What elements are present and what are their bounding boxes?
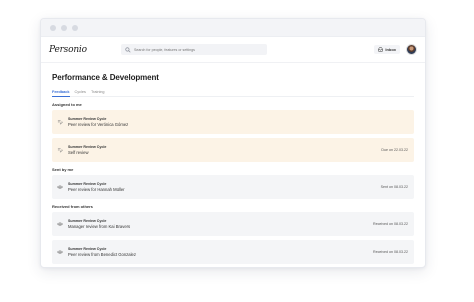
review-cycle-name: Summer Review Cycle	[68, 181, 107, 186]
window-titlebar	[41, 19, 425, 37]
inbox-button[interactable]: Inbox	[374, 45, 400, 54]
review-cycle-name: Summer Review Cycle	[68, 116, 107, 121]
eye-icon	[57, 185, 63, 189]
eye-icon	[57, 222, 63, 226]
review-due-date: Due on 22.03.22	[381, 148, 408, 152]
review-card[interactable]: Summer Review Cycle Manager review from …	[52, 212, 414, 236]
review-card[interactable]: Summer Review Cycle Peer review from Ben…	[52, 240, 414, 264]
review-card[interactable]: Summer Review Cycle Self review Due on 2…	[52, 138, 414, 162]
section-title-sent: Sent by me	[52, 167, 74, 172]
user-avatar[interactable]	[406, 44, 417, 55]
review-description: Self review	[68, 150, 89, 156]
main-content: Performance & Development Feedback Cycle…	[41, 63, 425, 264]
review-description: Peer review for Verónica Gómez	[68, 122, 129, 128]
top-navigation-bar: Personio Inbox	[41, 37, 425, 63]
search-input[interactable]	[134, 47, 264, 52]
search-bar[interactable]	[121, 44, 267, 55]
section-title-assigned: Assigned to me	[52, 102, 82, 107]
tab-training[interactable]: Training	[91, 90, 105, 94]
tab-cycles[interactable]: Cycles	[75, 90, 86, 94]
edit-icon	[57, 120, 63, 125]
inbox-label: Inbox	[385, 47, 396, 52]
review-description: Manager review from Kai Bravers	[68, 224, 131, 230]
company-logo[interactable]: Personio	[49, 45, 113, 55]
section-title-received: Received from others	[52, 204, 93, 209]
tab-bar: Feedback Cycles Training	[52, 90, 414, 97]
eye-icon	[57, 250, 63, 254]
review-cycle-name: Summer Review Cycle	[68, 246, 107, 251]
review-description: Peer review from Benedict Gonzalez	[68, 252, 136, 258]
review-received-date: Received on 08.03.22	[373, 222, 408, 226]
inbox-icon	[378, 47, 384, 52]
review-sent-date: Sent on 08.03.22	[380, 185, 408, 189]
review-received-date: Received on 08.03.22	[373, 250, 408, 254]
review-cycle-name: Summer Review Cycle	[68, 218, 107, 223]
page-title: Performance & Development	[52, 73, 159, 82]
window-control-minimize[interactable]	[61, 24, 67, 31]
review-card[interactable]: Summer Review Cycle Peer review for Hann…	[52, 175, 414, 199]
review-card[interactable]: Summer Review Cycle Peer review for Veró…	[52, 110, 414, 134]
edit-icon	[57, 148, 63, 153]
window-control-maximize[interactable]	[72, 24, 78, 31]
tab-feedback[interactable]: Feedback	[52, 90, 70, 97]
app-window: Personio Inbox Performance & Development…	[40, 18, 426, 268]
review-cycle-name: Summer Review Cycle	[68, 144, 107, 149]
search-icon	[125, 46, 131, 53]
window-control-close[interactable]	[50, 24, 56, 31]
review-description: Peer review for Hannah Müller	[68, 187, 125, 193]
